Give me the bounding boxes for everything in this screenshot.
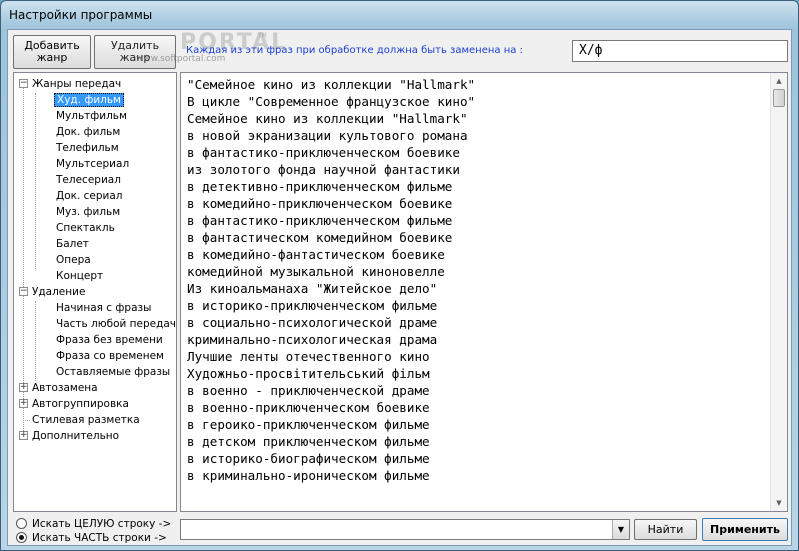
tree-item-genre[interactable]: Концерт: [56, 268, 103, 284]
editor-line: из золотого фонда научной фантастики: [187, 162, 460, 177]
tree-item-genre[interactable]: Худ. фильм: [54, 92, 124, 108]
editor-line: в героико-приключенческом фильме: [187, 417, 430, 432]
replace-hint: Каждая из эти фраз при обработке должна …: [186, 45, 523, 56]
scroll-down-icon[interactable]: ▼: [774, 498, 784, 508]
tree-item-removal[interactable]: Фраза без времени: [56, 332, 163, 348]
add-genre-label-2: жанр: [36, 51, 68, 64]
tree-guide-line: [35, 301, 36, 381]
tree-item-genre[interactable]: Телесериал: [56, 172, 121, 188]
search-combo[interactable]: ▼: [180, 519, 630, 540]
collapse-icon[interactable]: −: [19, 79, 28, 88]
tree-guide-line: [23, 85, 24, 431]
editor-line: в новой экранизации культового романа: [187, 128, 468, 143]
search-part-option[interactable]: Искать ЧАСТЬ строки ->: [16, 531, 167, 545]
editor-line: в социально-психологической драме: [187, 315, 438, 330]
editor-scrollbar[interactable]: ▲ ▼: [770, 73, 787, 511]
expand-icon[interactable]: +: [19, 431, 28, 440]
scroll-thumb[interactable]: [773, 89, 785, 107]
editor-line: в фантастико-приключенческом боевике: [187, 145, 460, 160]
editor-line: криминально-психологическая драма: [187, 332, 438, 347]
tree-node-label: Удаление: [32, 286, 86, 298]
editor-line: Художньо-просвітительський фільм: [187, 366, 430, 381]
tree-item-removal[interactable]: Часть любой передачи: [56, 316, 176, 332]
editor-line: Из киноальманаха "Житейское дело": [187, 281, 438, 296]
tree-node-label: Автозамена: [32, 382, 98, 394]
editor-line: в комедийно-фантастическом боевике: [187, 247, 445, 262]
editor-line: в историко-биографическом фильме: [187, 451, 430, 466]
search-part-label: Искать ЧАСТЬ строки ->: [32, 532, 167, 544]
expand-icon[interactable]: +: [19, 383, 28, 392]
tree-node-label: Автогруппировка: [32, 398, 129, 410]
editor-line: в комедийно-приключенческом боевике: [187, 196, 453, 211]
editor-line: Семейное кино из коллекции "Hallmark": [187, 111, 468, 126]
radio-whole-icon[interactable]: [16, 518, 27, 529]
client-area: Добавить жанр Удалить жанр PORTAL TM www…: [7, 29, 792, 546]
tree-item-removal[interactable]: Фраза со временем: [56, 348, 164, 364]
tree-item-genre[interactable]: Спектакль: [56, 220, 115, 236]
replace-with-input[interactable]: Х/ф: [572, 40, 788, 62]
apply-button[interactable]: Применить: [702, 518, 788, 541]
tree-node-label: Жанры передач: [32, 78, 122, 90]
editor-line: Лучшие ленты отечественного кино: [187, 349, 430, 364]
editor-line: в детективно-приключенческом фильме: [187, 179, 453, 194]
editor-line: в военно-приключенческом боевике: [187, 400, 430, 415]
search-whole-option[interactable]: Искать ЦЕЛУЮ строку ->: [16, 517, 171, 531]
search-whole-label: Искать ЦЕЛУЮ строку ->: [32, 518, 172, 530]
tree-item-genre[interactable]: Мультфильм: [56, 108, 127, 124]
scroll-up-icon[interactable]: ▲: [774, 76, 784, 86]
tree-guide-line: [23, 420, 30, 421]
tree-item-genre[interactable]: Балет: [56, 236, 89, 252]
tree-node-label: Стилевая разметка: [32, 414, 140, 426]
tree-item-genre[interactable]: Опера: [56, 252, 91, 268]
editor-line: в фантастико-приключенческом фильме: [187, 213, 453, 228]
add-genre-button[interactable]: Добавить жанр: [13, 35, 91, 69]
editor-line: в фантастическом комедийном боевике: [187, 230, 453, 245]
tree-guide-line: [35, 93, 36, 269]
find-button[interactable]: Найти: [634, 519, 697, 540]
tree-item-genre[interactable]: Док. сериал: [56, 188, 123, 204]
settings-tree[interactable]: − Жанры передач Худ. фильм Мультфильм До…: [13, 72, 177, 512]
window-title: Настройки программы: [9, 8, 153, 22]
tree-item-genre[interactable]: Мультсериал: [56, 156, 129, 172]
tree-item-genre[interactable]: Муз. фильм: [56, 204, 120, 220]
editor-line: в военно - приключенческой драме: [187, 383, 430, 398]
tree-item-removal[interactable]: Начиная с фразы: [56, 300, 151, 316]
tree-item-genre[interactable]: Телефильм: [56, 140, 119, 156]
editor-line: в криминально-ироническом фильме: [187, 468, 430, 483]
phrase-editor[interactable]: "Семейное кино из коллекции "Hallmark" В…: [180, 72, 788, 512]
tree-item-removal[interactable]: Оставляемые фразы: [56, 364, 170, 380]
editor-line: в историко-приключенческом фильме: [187, 298, 438, 313]
chevron-down-icon[interactable]: ▼: [612, 520, 629, 539]
editor-line: "Семейное кино из коллекции "Hallmark": [187, 77, 476, 92]
tree-node-label: Дополнительно: [32, 430, 120, 442]
tree-item-genre[interactable]: Док. фильм: [56, 124, 120, 140]
settings-window: Настройки программы Добавить жанр Удалит…: [0, 0, 799, 551]
editor-line: комедийной музыкальной киноновелле: [187, 264, 445, 279]
tree-item-label-selected: Худ. фильм: [54, 93, 124, 107]
editor-line: В цикле "Современное французское кино": [187, 94, 476, 109]
collapse-icon[interactable]: −: [19, 287, 28, 296]
editor-line: в детском приключенческом фильме: [187, 434, 430, 449]
expand-icon[interactable]: +: [19, 399, 28, 408]
watermark-tm: TM: [258, 32, 267, 39]
radio-part-icon[interactable]: [16, 532, 27, 543]
